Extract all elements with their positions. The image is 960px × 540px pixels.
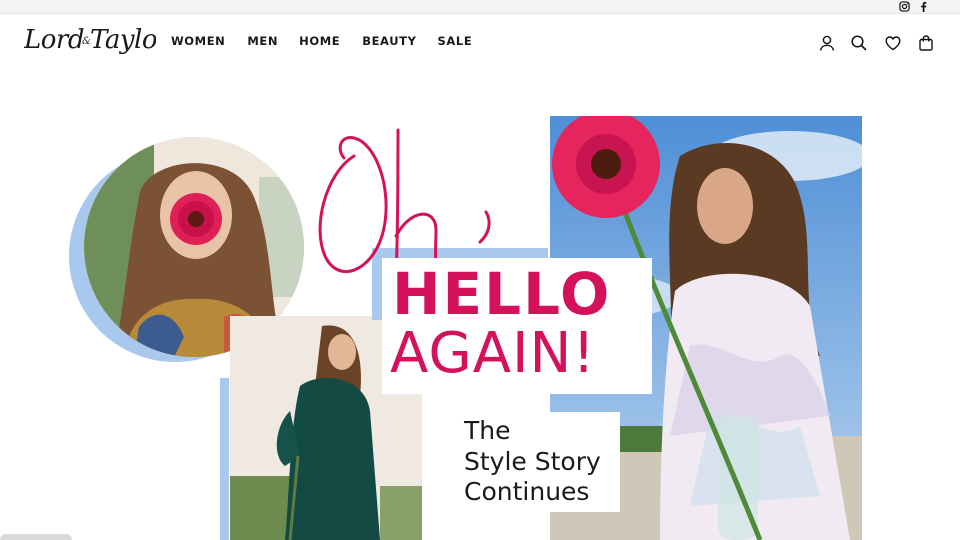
search-icon[interactable] <box>850 34 868 52</box>
svg-text:Lord: Lord <box>24 25 84 55</box>
headline-again: AGAIN! <box>390 321 596 386</box>
subline-continues: Continues <box>464 477 590 506</box>
wishlist-heart-icon[interactable] <box>884 34 902 52</box>
utility-bar <box>0 0 960 14</box>
instagram-icon[interactable] <box>899 1 910 12</box>
account-icon[interactable] <box>818 34 836 52</box>
site-header: Lord & Taylor WOMEN MEN HOME BEAUTY SALE <box>0 14 960 70</box>
chat-widget-tab[interactable] <box>0 534 72 540</box>
subline-style-story: Style Story <box>464 447 601 476</box>
nav-item-sale[interactable]: SALE <box>438 34 473 48</box>
nav-item-women[interactable]: WOMEN <box>171 34 225 48</box>
main-nav: WOMEN MEN HOME BEAUTY SALE <box>171 34 472 48</box>
nav-item-men[interactable]: MEN <box>247 34 278 48</box>
nav-item-beauty[interactable]: BEAUTY <box>362 34 416 48</box>
headline-hello: HELLO <box>392 260 612 328</box>
blue-bar-accent <box>220 378 229 540</box>
facebook-icon[interactable] <box>918 1 929 12</box>
shopping-bag-icon[interactable] <box>917 34 935 52</box>
svg-text:Taylor: Taylor <box>90 25 156 55</box>
subline-the: The <box>464 416 511 445</box>
brand-logo[interactable]: Lord & Taylor <box>24 18 156 60</box>
nav-item-home[interactable]: HOME <box>299 34 340 48</box>
